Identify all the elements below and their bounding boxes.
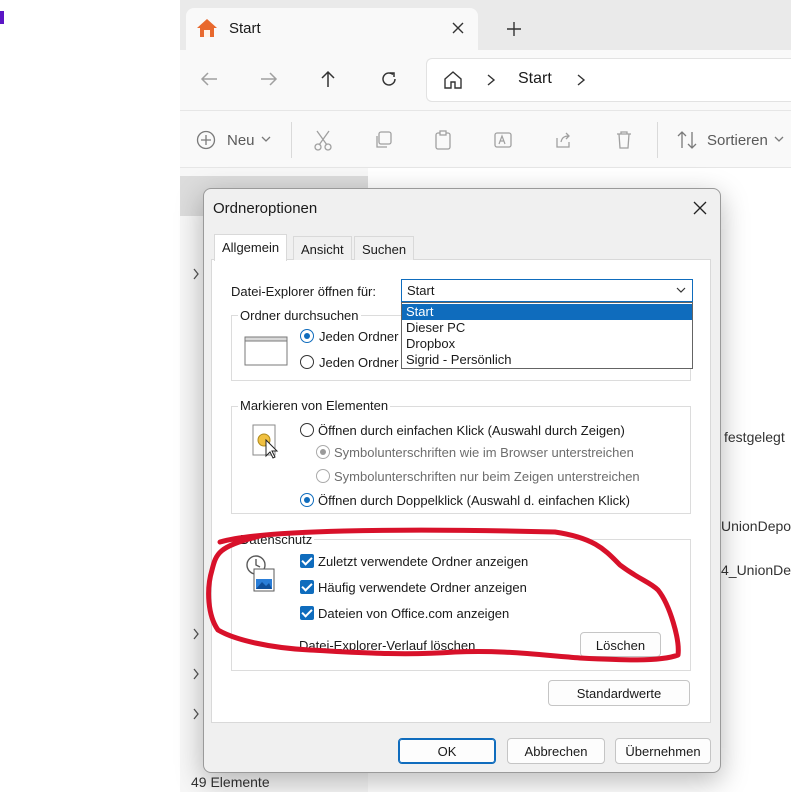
window-icon: [244, 336, 288, 366]
dropdown-option-dropbox[interactable]: Dropbox: [402, 336, 692, 352]
radio-underline-hover-label: Symbolunterschriften nur beim Zeigen unt…: [334, 469, 640, 484]
radio-underline-browser-label: Symbolunterschriften wie im Browser unte…: [334, 445, 634, 460]
purple-marker: [0, 11, 4, 24]
dialog-title: Ordneroptionen: [213, 200, 318, 217]
radio-same-window-label: Jeden Ordner: [319, 329, 399, 344]
radio-single-click[interactable]: [300, 423, 314, 437]
ok-button[interactable]: OK: [398, 738, 496, 764]
add-circle-icon: [196, 130, 216, 150]
up-arrow-icon[interactable]: [320, 70, 336, 88]
red-annotation-circle: [206, 527, 681, 663]
apply-button[interactable]: Übernehmen: [615, 738, 711, 764]
refresh-icon[interactable]: [380, 70, 398, 88]
radio-double-click[interactable]: [300, 493, 314, 507]
radio-single-click-label: Öffnen durch einfachen Klick (Auswahl du…: [318, 423, 625, 438]
share-icon[interactable]: [553, 130, 573, 150]
breadcrumb-chevron-icon: [486, 73, 496, 87]
address-bar[interactable]: [426, 58, 791, 102]
forward-arrow-icon[interactable]: [260, 71, 278, 87]
rename-icon[interactable]: [493, 130, 513, 150]
radio-new-window[interactable]: [300, 355, 314, 369]
pointer-click-icon: [252, 424, 280, 460]
radio-underline-browser: [316, 445, 330, 459]
home-outline-icon[interactable]: [443, 70, 463, 90]
tab-general[interactable]: Allgemein: [214, 234, 288, 261]
dropdown-option-personal[interactable]: Sigrid - Persönlich: [402, 352, 692, 368]
toolbar-divider: [291, 122, 292, 158]
sort-icon: [676, 130, 698, 150]
close-tab-icon[interactable]: [451, 21, 465, 35]
cancel-button[interactable]: Abbrechen: [507, 738, 605, 764]
new-button-label[interactable]: Neu: [227, 132, 255, 149]
close-icon[interactable]: [693, 201, 707, 215]
click-items-legend: Markieren von Elementen: [238, 398, 391, 413]
dropdown-option-this-pc[interactable]: Dieser PC: [402, 320, 692, 336]
restore-defaults-button[interactable]: Standardwerte: [548, 680, 690, 706]
tab-view[interactable]: Ansicht: [293, 236, 352, 260]
breadcrumb[interactable]: Start: [518, 70, 552, 88]
content-text: UnionDepo: [721, 518, 791, 534]
content-text: festgelegt: [724, 429, 785, 445]
open-for-label: Datei-Explorer öffnen für:: [231, 284, 376, 299]
content-text: 4_UnionDe: [721, 562, 791, 578]
tab-search[interactable]: Suchen: [354, 236, 415, 260]
chevron-down-icon: [774, 135, 784, 143]
expand-chevron-icon[interactable]: [192, 708, 200, 720]
cut-icon[interactable]: [313, 129, 333, 151]
delete-icon[interactable]: [614, 129, 634, 151]
home-icon: [195, 17, 219, 39]
new-tab-icon[interactable]: [506, 21, 522, 37]
back-arrow-icon[interactable]: [200, 71, 218, 87]
breadcrumb-chevron-icon[interactable]: [576, 73, 586, 87]
open-for-select[interactable]: Start: [401, 279, 693, 302]
browse-folders-legend: Ordner durchsuchen: [238, 308, 361, 323]
tab-title: Start: [229, 20, 261, 37]
open-for-dropdown-list: Start Dieser PC Dropbox Sigrid - Persönl…: [401, 302, 693, 369]
expand-chevron-icon[interactable]: [192, 668, 200, 680]
dropdown-option-start[interactable]: Start: [402, 304, 692, 320]
toolbar-divider: [657, 122, 658, 158]
copy-icon[interactable]: [373, 130, 393, 150]
chevron-down-icon: [676, 287, 686, 294]
chevron-down-icon: [261, 135, 271, 143]
status-bar-text: 49 Elemente: [191, 774, 270, 790]
open-for-value: Start: [407, 283, 435, 298]
expand-chevron-icon[interactable]: [192, 268, 200, 280]
radio-same-window[interactable]: [300, 329, 314, 343]
radio-underline-hover: [316, 469, 330, 483]
command-bar: [180, 110, 791, 168]
expand-chevron-icon[interactable]: [192, 628, 200, 640]
paste-icon[interactable]: [433, 129, 453, 151]
radio-new-window-label: Jeden Ordner: [319, 355, 399, 370]
radio-double-click-label: Öffnen durch Doppelklick (Auswahl d. ein…: [318, 493, 630, 508]
sort-button-label[interactable]: Sortieren: [707, 132, 768, 149]
